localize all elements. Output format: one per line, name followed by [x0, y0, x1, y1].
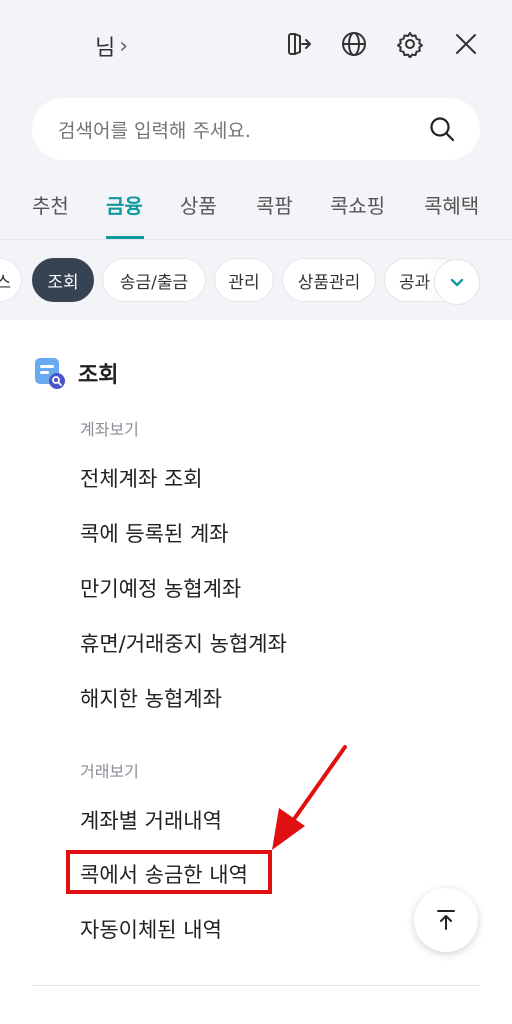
menu-item-all-accounts[interactable]: 전체계좌 조회 — [80, 463, 203, 493]
logout-icon[interactable] — [280, 26, 316, 62]
chevron-right-icon: › — [119, 33, 129, 59]
tab-kokbenefit[interactable]: 콕혜택 — [424, 190, 479, 219]
search-placeholder: 검색어를 입력해 주세요. — [58, 119, 251, 142]
tab-kokshopping[interactable]: 콕쇼핑 — [330, 190, 385, 219]
chevron-down-icon — [450, 278, 464, 287]
section-header: 조회 — [34, 356, 118, 390]
tab-recommend[interactable]: 추천 — [32, 190, 69, 219]
user-profile-link[interactable]: 님 › — [95, 30, 128, 62]
search-icon[interactable] — [428, 115, 456, 143]
chip-inquiry[interactable]: 조회 — [32, 258, 94, 302]
search-input[interactable]: 검색어를 입력해 주세요. — [32, 98, 480, 160]
menu-item-maturing-accounts[interactable]: 만기예정 농협계좌 — [80, 573, 241, 603]
section-title: 조회 — [78, 363, 119, 388]
menu-item-auto-transfer-history[interactable]: 자동이체된 내역 — [80, 914, 222, 944]
active-tab-indicator — [106, 236, 144, 239]
menu-item-closed-accounts[interactable]: 해지한 농협계좌 — [80, 683, 222, 713]
chip-manage[interactable]: 관리 — [214, 258, 274, 302]
gear-icon[interactable] — [392, 26, 428, 62]
expand-chips-button[interactable] — [434, 259, 480, 305]
close-icon[interactable] — [448, 26, 484, 62]
arrow-up-to-top-icon — [437, 910, 455, 930]
chip-transfer[interactable]: 송금/출금 — [102, 258, 206, 302]
menu-item-registered-accounts[interactable]: 콕에 등록된 계좌 — [80, 518, 229, 548]
group-label-accounts: 계좌보기 — [80, 420, 139, 439]
tab-kokfarm[interactable]: 콕팜 — [256, 190, 293, 219]
scroll-to-top-button[interactable] — [414, 888, 478, 952]
tab-finance[interactable]: 금융 — [106, 190, 143, 219]
group-label-transactions: 거래보기 — [80, 762, 139, 781]
user-name: 님 — [95, 36, 116, 61]
globe-icon[interactable] — [336, 26, 372, 62]
top-icon-bar — [280, 26, 484, 62]
tab-products[interactable]: 상품 — [180, 190, 217, 219]
chip-product-manage[interactable]: 상품관리 — [282, 258, 376, 302]
category-tabs: 추천 금융 상품 콕팜 콕쇼핑 콕혜택 — [0, 180, 512, 240]
account-search-icon — [35, 358, 65, 389]
menu-item-dormant-accounts[interactable]: 휴면/거래중지 농협계좌 — [80, 628, 287, 658]
chip-service[interactable]: 스 — [0, 258, 22, 302]
annotation-highlight-box — [66, 850, 272, 894]
menu-item-account-transactions[interactable]: 계좌별 거래내역 — [80, 805, 222, 835]
section-divider — [32, 985, 480, 986]
